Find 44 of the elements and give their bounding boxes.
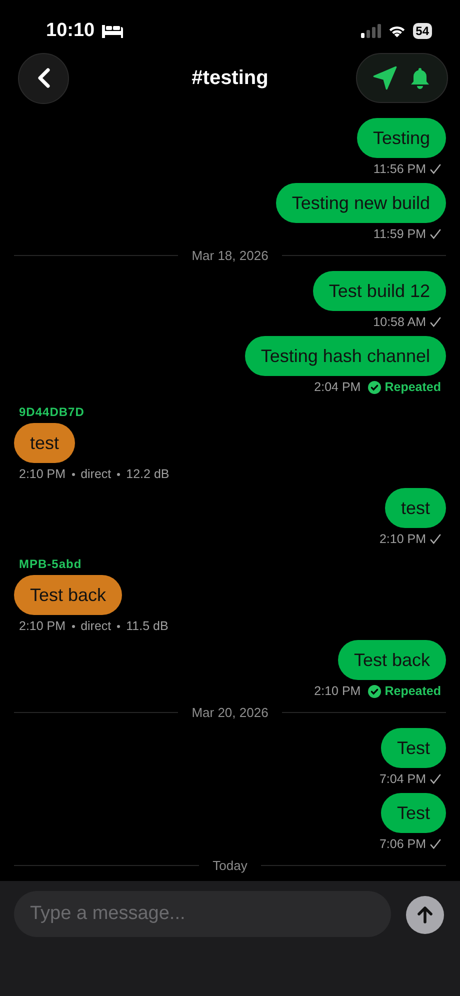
bell-icon <box>408 65 432 91</box>
message-time: 11:59 PM <box>373 227 426 241</box>
message-time: 2:10 PM <box>19 619 66 633</box>
message-bubble: Testing hash channel <box>244 336 446 376</box>
battery-level: 54 <box>412 23 432 39</box>
message-bubble: Testing new build <box>276 183 446 223</box>
message-bubble: Test <box>380 793 446 833</box>
message-time: 2:04 PM <box>314 380 361 394</box>
clock-time: 10:10 <box>46 20 95 42</box>
channel-title: #testing <box>190 66 270 90</box>
wifi-icon <box>388 24 406 38</box>
date-separator: Mar 18, 2026 <box>192 248 268 263</box>
send-button[interactable] <box>406 896 444 934</box>
location-arrow-icon <box>372 65 398 91</box>
signal-strength: 12.2 dB <box>126 467 170 481</box>
message-bubble: test <box>384 488 446 528</box>
message-time: 11:56 PM <box>373 162 426 176</box>
message-bubble: Test back <box>14 575 122 615</box>
date-separator: Mar 20, 2026 <box>192 705 268 720</box>
message-bubble: Test <box>380 728 446 768</box>
route-label: direct <box>80 619 112 633</box>
arrow-up-icon <box>415 905 435 925</box>
status-label: Repeated <box>384 684 441 698</box>
sender-name: 9D44DB7D <box>19 405 84 419</box>
message-time: 10:58 AM <box>373 315 426 329</box>
date-separator: Today <box>212 858 248 873</box>
message-bubble: Testing <box>356 118 446 158</box>
message-bubble: Test build 12 <box>312 271 446 311</box>
message-time: 7:06 PM <box>379 837 426 851</box>
message-bubble: Test back <box>338 640 446 680</box>
message-time: 2:10 PM <box>314 684 361 698</box>
message-input[interactable]: Type a message... <box>14 891 391 937</box>
message-time: 7:04 PM <box>379 772 426 786</box>
message-bubble: test <box>14 423 76 463</box>
message-time: 2:10 PM <box>379 532 426 546</box>
signal-icon <box>360 24 381 38</box>
chevron-left-icon <box>38 68 50 88</box>
bed-icon <box>100 23 125 39</box>
signal-strength: 11.5 dB <box>126 619 168 633</box>
back-button[interactable] <box>18 52 69 104</box>
route-label: direct <box>80 467 112 481</box>
message-time: 2:10 PM <box>19 467 66 481</box>
status-label: Repeated <box>384 380 441 394</box>
sender-name: MPB-5abd <box>19 557 82 571</box>
